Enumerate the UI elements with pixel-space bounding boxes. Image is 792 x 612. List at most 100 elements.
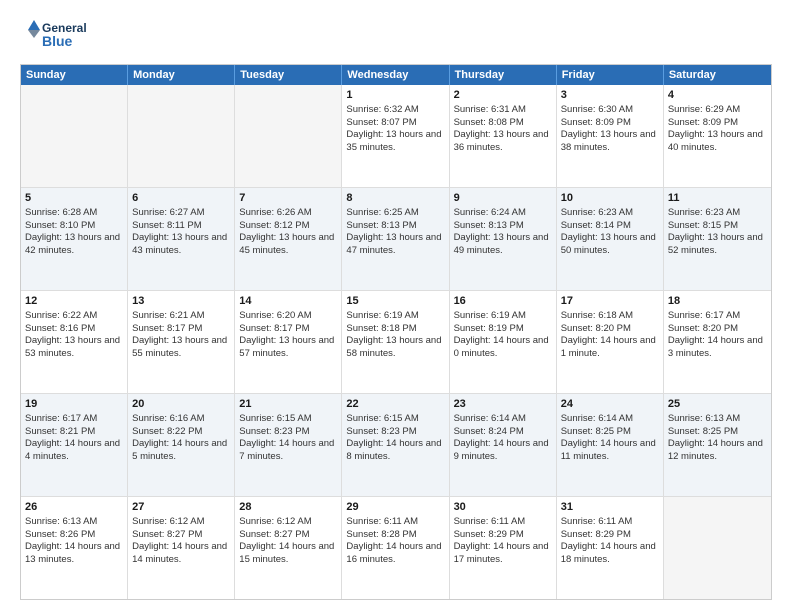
calendar-day-cell: 30Sunrise: 6:11 AMSunset: 8:29 PMDayligh… [450, 497, 557, 599]
sunset-text: Sunset: 8:27 PM [132, 529, 230, 542]
sunset-text: Sunset: 8:18 PM [346, 323, 444, 336]
daylight-text: Daylight: 13 hours and 45 minutes. [239, 232, 337, 258]
daylight-text: Daylight: 14 hours and 18 minutes. [561, 541, 659, 567]
day-number: 18 [668, 294, 767, 309]
empty-cell [235, 85, 342, 187]
calendar: SundayMondayTuesdayWednesdayThursdayFrid… [20, 64, 772, 600]
calendar-week-row: 1Sunrise: 6:32 AMSunset: 8:07 PM Daylight… [21, 85, 771, 188]
daylight-text: Daylight: 13 hours and 55 minutes. [132, 335, 230, 361]
day-of-week-header: Thursday [450, 65, 557, 85]
daylight-text: Daylight: 13 hours and 42 minutes. [25, 232, 123, 258]
day-number: 23 [454, 397, 552, 412]
sunset-text: Sunset: 8:09 PM [668, 117, 767, 130]
daylight-text: Daylight: 13 hours and 57 minutes. [239, 335, 337, 361]
daylight-text: Daylight: 13 hours and 43 minutes. [132, 232, 230, 258]
calendar-week-row: 19Sunrise: 6:17 AMSunset: 8:21 PMDayligh… [21, 394, 771, 497]
sunset-text: Sunset: 8:23 PM [346, 426, 444, 439]
day-number: 26 [25, 500, 123, 515]
daylight-text: Daylight: 13 hours and 36 minutes. [454, 129, 552, 155]
sunset-text: Sunset: 8:20 PM [561, 323, 659, 336]
daylight-text: Daylight: 14 hours and 3 minutes. [668, 335, 767, 361]
sunrise-text: Sunrise: 6:18 AM [561, 310, 659, 323]
sunrise-text: Sunrise: 6:12 AM [239, 516, 337, 529]
sunrise-text: Sunrise: 6:20 AM [239, 310, 337, 323]
sunrise-text: Sunrise: 6:13 AM [668, 413, 767, 426]
day-of-week-header: Wednesday [342, 65, 449, 85]
sunset-text: Sunset: 8:15 PM [668, 220, 767, 233]
day-number: 27 [132, 500, 230, 515]
page: General Blue SundayMondayTuesdayWednesda… [0, 0, 792, 612]
sunrise-text: Sunrise: 6:26 AM [239, 207, 337, 220]
daylight-text: Daylight: 13 hours and 49 minutes. [454, 232, 552, 258]
daylight-text: Daylight: 14 hours and 15 minutes. [239, 541, 337, 567]
sunset-text: Sunset: 8:14 PM [561, 220, 659, 233]
day-number: 30 [454, 500, 552, 515]
day-of-week-header: Friday [557, 65, 664, 85]
empty-cell [21, 85, 128, 187]
calendar-day-cell: 24Sunrise: 6:14 AMSunset: 8:25 PMDayligh… [557, 394, 664, 496]
daylight-text: Daylight: 14 hours and 14 minutes. [132, 541, 230, 567]
sunset-text: Sunset: 8:29 PM [561, 529, 659, 542]
day-of-week-header: Monday [128, 65, 235, 85]
sunrise-text: Sunrise: 6:14 AM [561, 413, 659, 426]
day-number: 24 [561, 397, 659, 412]
sunset-text: Sunset: 8:08 PM [454, 117, 552, 130]
sunset-text: Sunset: 8:24 PM [454, 426, 552, 439]
day-number: 1 [346, 88, 444, 103]
daylight-text: Daylight: 14 hours and 1 minute. [561, 335, 659, 361]
sunset-text: Sunset: 8:13 PM [454, 220, 552, 233]
empty-cell [128, 85, 235, 187]
sunrise-text: Sunrise: 6:12 AM [132, 516, 230, 529]
sunset-text: Sunset: 8:25 PM [561, 426, 659, 439]
day-number: 9 [454, 191, 552, 206]
sunset-text: Sunset: 8:16 PM [25, 323, 123, 336]
calendar-day-cell: 22Sunrise: 6:15 AMSunset: 8:23 PMDayligh… [342, 394, 449, 496]
sunrise-text: Sunrise: 6:22 AM [25, 310, 123, 323]
daylight-text: Daylight: 14 hours and 5 minutes. [132, 438, 230, 464]
sunrise-text: Sunrise: 6:23 AM [561, 207, 659, 220]
sunrise-text: Sunrise: 6:32 AM [346, 104, 444, 117]
calendar-day-cell: 31Sunrise: 6:11 AMSunset: 8:29 PMDayligh… [557, 497, 664, 599]
calendar-day-cell: 27Sunrise: 6:12 AMSunset: 8:27 PMDayligh… [128, 497, 235, 599]
sunset-text: Sunset: 8:26 PM [25, 529, 123, 542]
sunset-text: Sunset: 8:07 PM [346, 117, 444, 130]
daylight-text: Daylight: 13 hours and 52 minutes. [668, 232, 767, 258]
daylight-text: Daylight: 14 hours and 13 minutes. [25, 541, 123, 567]
day-number: 5 [25, 191, 123, 206]
calendar-day-cell: 19Sunrise: 6:17 AMSunset: 8:21 PMDayligh… [21, 394, 128, 496]
header: General Blue [20, 16, 772, 56]
calendar-day-cell: 9Sunrise: 6:24 AMSunset: 8:13 PMDaylight… [450, 188, 557, 290]
calendar-day-cell: 17Sunrise: 6:18 AMSunset: 8:20 PMDayligh… [557, 291, 664, 393]
day-number: 16 [454, 294, 552, 309]
sunrise-text: Sunrise: 6:29 AM [668, 104, 767, 117]
sunset-text: Sunset: 8:28 PM [346, 529, 444, 542]
calendar-day-cell: 20Sunrise: 6:16 AMSunset: 8:22 PMDayligh… [128, 394, 235, 496]
calendar-day-cell: 13Sunrise: 6:21 AMSunset: 8:17 PMDayligh… [128, 291, 235, 393]
day-number: 31 [561, 500, 659, 515]
sunrise-text: Sunrise: 6:24 AM [454, 207, 552, 220]
daylight-text: Daylight: 13 hours and 40 minutes. [668, 129, 767, 155]
sunset-text: Sunset: 8:19 PM [454, 323, 552, 336]
day-number: 12 [25, 294, 123, 309]
sunrise-text: Sunrise: 6:11 AM [346, 516, 444, 529]
sunset-text: Sunset: 8:13 PM [346, 220, 444, 233]
day-number: 29 [346, 500, 444, 515]
logo-svg: General Blue [20, 16, 100, 56]
empty-cell [664, 497, 771, 599]
calendar-week-row: 12Sunrise: 6:22 AMSunset: 8:16 PM Dayligh… [21, 291, 771, 394]
day-number: 2 [454, 88, 552, 103]
day-number: 13 [132, 294, 230, 309]
sunset-text: Sunset: 8:25 PM [668, 426, 767, 439]
day-number: 14 [239, 294, 337, 309]
daylight-text: Daylight: 13 hours and 50 minutes. [561, 232, 659, 258]
calendar-day-cell: 25Sunrise: 6:13 AMSunset: 8:25 PMDayligh… [664, 394, 771, 496]
daylight-text: Daylight: 14 hours and 9 minutes. [454, 438, 552, 464]
calendar-day-cell: 11Sunrise: 6:23 AMSunset: 8:15 PMDayligh… [664, 188, 771, 290]
day-number: 15 [346, 294, 444, 309]
sunrise-text: Sunrise: 6:14 AM [454, 413, 552, 426]
sunrise-text: Sunrise: 6:11 AM [454, 516, 552, 529]
calendar-day-cell: 6Sunrise: 6:27 AMSunset: 8:11 PMDaylight… [128, 188, 235, 290]
day-number: 7 [239, 191, 337, 206]
daylight-text: Daylight: 14 hours and 16 minutes. [346, 541, 444, 567]
sunset-text: Sunset: 8:20 PM [668, 323, 767, 336]
